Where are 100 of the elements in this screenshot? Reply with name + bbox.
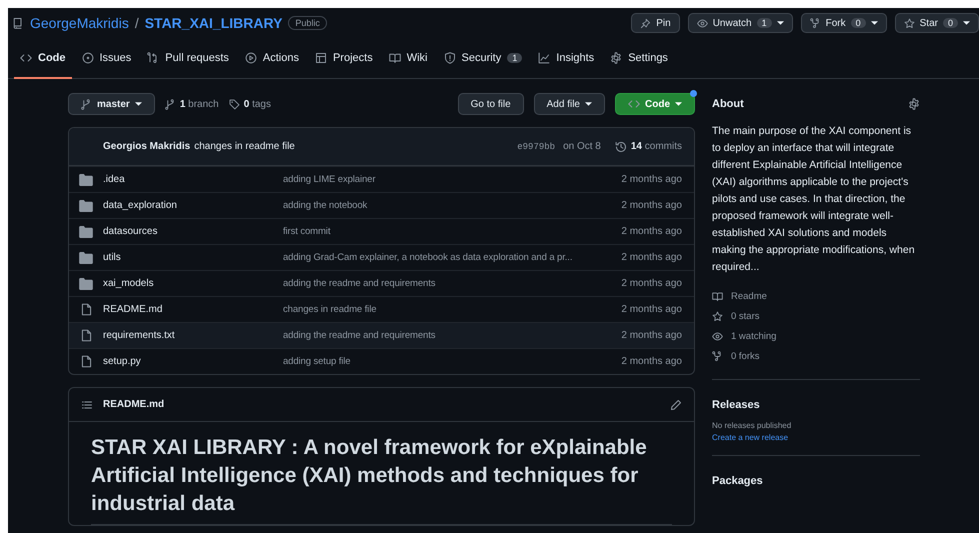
- folder-icon: [79, 278, 93, 290]
- graph-icon: [538, 52, 550, 64]
- watch-button[interactable]: Unwatch 1: [688, 13, 793, 33]
- repo-tab[interactable]: Wiki: [382, 38, 434, 79]
- caret-icon: [776, 21, 784, 25]
- commit-message[interactable]: adding setup file: [283, 356, 606, 367]
- file-icon: [80, 355, 92, 368]
- folder-icon: [79, 174, 93, 186]
- book-icon: [388, 52, 401, 64]
- commit-author[interactable]: Georgios Makridis: [103, 141, 190, 152]
- branch-icon: [81, 98, 92, 110]
- file-row[interactable]: utils adding Grad-Cam explainer, a notebook as data exploration and a pr... 2 months ago: [69, 244, 694, 270]
- list-icon: [81, 398, 93, 410]
- caret-icon: [675, 102, 682, 106]
- repo-tab[interactable]: Actions: [238, 38, 305, 79]
- file-row[interactable]: datasources first commit 2 months ago: [69, 218, 694, 244]
- shield-icon: [444, 52, 456, 64]
- commit-message[interactable]: adding Grad-Cam explainer, a notebook as data exploration and a pr...: [283, 252, 606, 263]
- code-button[interactable]: Code: [615, 93, 695, 115]
- add-file-button[interactable]: Add file: [534, 93, 605, 115]
- repo-tab[interactable]: Security 1: [438, 38, 528, 79]
- tags-link[interactable]: 0 tags: [244, 98, 271, 110]
- commit-age: 2 months ago: [620, 174, 682, 185]
- commit-age: 2 months ago: [620, 330, 682, 341]
- eye-icon: [696, 18, 708, 28]
- about-link[interactable]: 0 forks: [731, 350, 760, 362]
- commit-age: 2 months ago: [620, 304, 682, 315]
- fork-button[interactable]: Fork 0: [800, 13, 887, 33]
- releases-heading: Releases: [712, 399, 761, 411]
- file-name[interactable]: README.md: [103, 304, 283, 315]
- create-release-link[interactable]: Create a new release: [712, 433, 920, 442]
- file-name[interactable]: requirements.txt: [103, 330, 283, 341]
- counter: 1: [507, 52, 522, 62]
- pull-request-icon: [147, 52, 160, 64]
- repo-tab[interactable]: Settings: [604, 38, 674, 79]
- commit-date: on Oct 8: [563, 141, 601, 152]
- commit-message[interactable]: changes in readme file: [194, 141, 295, 152]
- commit-message[interactable]: adding LIME explainer: [283, 174, 606, 185]
- file-name[interactable]: setup.py: [103, 356, 283, 367]
- fork-icon: [712, 350, 723, 362]
- table-icon: [314, 52, 327, 64]
- file-icon: [80, 329, 92, 342]
- commit-message[interactable]: changes in readme file: [283, 304, 606, 315]
- repo-tab[interactable]: Issues: [76, 38, 138, 79]
- folder-icon: [79, 252, 93, 264]
- file-row[interactable]: setup.py adding setup file 2 months ago: [69, 348, 694, 374]
- branches-link[interactable]: 1 branch: [180, 98, 219, 110]
- commit-age: 2 months ago: [620, 226, 682, 237]
- file-name[interactable]: xai_models: [103, 278, 283, 289]
- pin-button[interactable]: Pin: [631, 13, 680, 33]
- about-link[interactable]: 0 stars: [731, 310, 760, 322]
- fork-icon: [810, 18, 821, 28]
- counter: 0: [850, 18, 866, 28]
- readme-filename: README.md: [103, 399, 164, 410]
- tag-icon: [228, 98, 240, 110]
- commit-message[interactable]: first commit: [283, 226, 606, 237]
- repo-tab[interactable]: Insights: [532, 38, 600, 79]
- file-row[interactable]: xai_models adding the readme and requirements 2 months ago: [69, 270, 694, 296]
- repo-tab[interactable]: Projects: [308, 38, 379, 79]
- file-name[interactable]: .idea: [103, 174, 283, 185]
- star-button[interactable]: Star 0: [894, 13, 979, 33]
- counter: 0: [942, 18, 958, 28]
- gear-icon: [610, 52, 622, 64]
- pin-icon: [640, 18, 652, 28]
- repo-tab[interactable]: Code: [14, 38, 72, 79]
- repo-tab[interactable]: Pull requests: [141, 38, 235, 79]
- file-name[interactable]: datasources: [103, 226, 283, 237]
- file-row[interactable]: .idea adding LIME explainer 2 months ago: [69, 166, 694, 192]
- book-icon: [712, 290, 723, 302]
- releases-note: No releases published: [712, 421, 792, 430]
- file-name[interactable]: utils: [103, 252, 283, 263]
- caret-icon: [134, 102, 142, 106]
- file-row[interactable]: requirements.txt adding the readme and requirements 2 months ago: [69, 322, 694, 348]
- commit-age: 2 months ago: [620, 200, 682, 211]
- file-name[interactable]: data_exploration: [103, 200, 283, 211]
- owner-link[interactable]: GeorgeMakridis: [30, 15, 129, 31]
- about-heading: About: [712, 98, 744, 110]
- code-icon: [20, 52, 32, 64]
- file-row[interactable]: data_exploration adding the notebook 2 months ago: [69, 192, 694, 218]
- caret-icon: [963, 21, 970, 25]
- path-separator: /: [134, 15, 139, 31]
- star-icon: [904, 18, 915, 28]
- repo-name-link[interactable]: STAR_XAI_LIBRARY: [144, 15, 282, 31]
- commits-link[interactable]: 14 commits: [630, 141, 682, 152]
- commit-hash[interactable]: e9979bb: [517, 142, 556, 152]
- commit-message[interactable]: adding the readme and requirements: [283, 330, 606, 341]
- commit-message[interactable]: adding the readme and requirements: [283, 278, 606, 289]
- repo-description: The main purpose of the XAI component is to deploy an interface that will integrate different Explainable Artificial Intelligence (XAI) algorithms applicable to the project's pilots and use cases. In that direction, the proposed framework will integrate well-established XAI solutions and models making the appropriate modifications, when required...: [712, 124, 916, 275]
- visibility-label: Public: [288, 16, 327, 30]
- about-link[interactable]: 1 watching: [731, 330, 776, 342]
- caret-icon: [870, 21, 878, 25]
- folder-icon: [79, 226, 93, 238]
- caret-icon: [585, 102, 592, 106]
- folder-icon: [79, 200, 93, 212]
- readme-heading: STAR XAI LIBRARY : A novel framework for eXplainable Artificial Intelligence (XAI) methods and techniques for industrial data: [91, 434, 672, 525]
- about-link[interactable]: Readme: [731, 290, 767, 302]
- go-to-file-button[interactable]: Go to file: [458, 93, 524, 115]
- commit-message[interactable]: adding the notebook: [283, 200, 606, 211]
- branch-selector[interactable]: master: [68, 93, 155, 115]
- code-icon: [628, 98, 640, 110]
